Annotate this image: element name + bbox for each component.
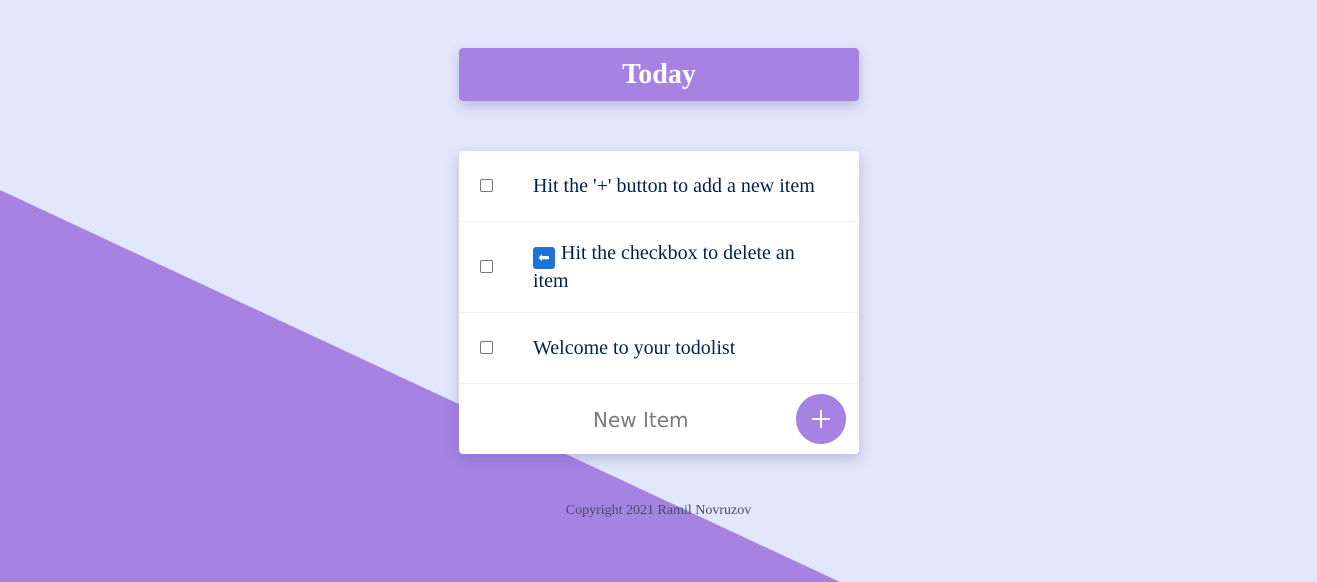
todo-item-text: Welcome to your todolist — [533, 337, 736, 359]
todo-checkbox[interactable] — [480, 341, 493, 354]
todo-checkbox[interactable] — [480, 179, 493, 192]
todo-item: ⬅ Hit the checkbox to delete an item — [459, 222, 859, 313]
page-title: Today — [622, 58, 696, 90]
left-arrow-icon: ⬅ — [533, 247, 555, 269]
todo-item-text-with-icon: ⬅ Hit the checkbox to delete an item — [533, 241, 819, 293]
todo-checkbox[interactable] — [480, 260, 493, 273]
footer: Copyright 2021 Ramil Novruzov — [0, 503, 1317, 519]
new-item-input[interactable] — [533, 402, 833, 438]
todo-item: Welcome to your todolist — [459, 313, 859, 384]
todo-list-box: Hit the '+' button to add a new item ⬅ Hi… — [459, 151, 859, 454]
copyright-text: Copyright 2021 Ramil Novruzov — [565, 503, 752, 518]
new-item-form — [459, 384, 859, 454]
todo-item-text: Hit the checkbox to delete an item — [533, 242, 795, 292]
todo-item: Hit the '+' button to add a new item — [459, 151, 859, 222]
todo-item-text: Hit the '+' button to add a new item — [533, 175, 815, 197]
add-item-button[interactable] — [796, 394, 846, 444]
heading-box: Today — [459, 48, 859, 101]
